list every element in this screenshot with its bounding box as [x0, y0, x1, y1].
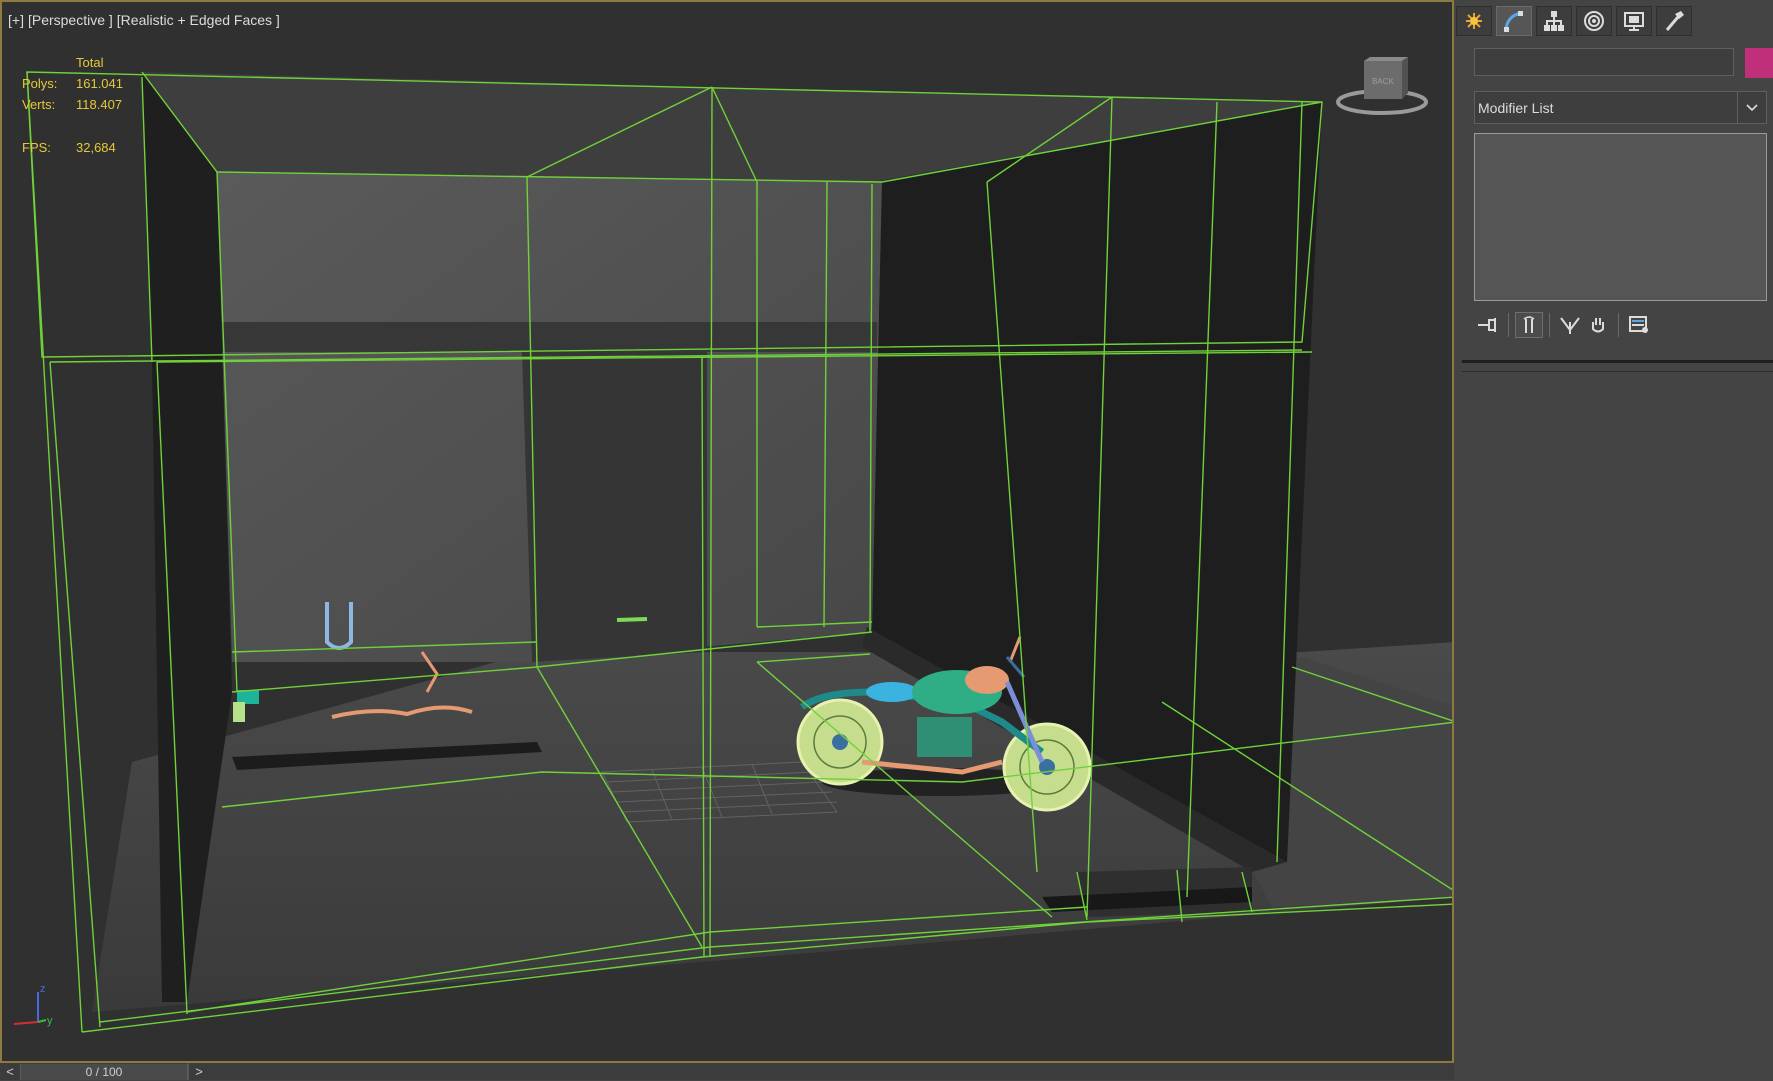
viewport-label: [+] [Perspective ] [Realistic + Edged Fa…	[8, 12, 280, 28]
tab-hierarchy[interactable]	[1536, 6, 1572, 36]
create-icon	[1466, 13, 1482, 29]
make-unique-icon	[1560, 317, 1580, 334]
modify-icon	[1504, 11, 1523, 32]
tab-motion[interactable]	[1576, 6, 1612, 36]
back-wall-band	[217, 322, 877, 352]
viewcube-widget[interactable]: BACK	[1332, 57, 1432, 117]
command-panel: Modifier List	[1456, 0, 1773, 1080]
tab-modify[interactable]	[1496, 6, 1532, 36]
viewport-menu-plus[interactable]: [+]	[8, 12, 24, 28]
verts-value: 118.407	[76, 97, 123, 112]
toolbar-divider	[1549, 313, 1550, 337]
object-color-swatch[interactable]	[1745, 48, 1773, 78]
viewport-point-of-view[interactable]: [Perspective ]	[28, 12, 113, 28]
verts-label: Verts:	[22, 97, 56, 112]
toolbar-divider	[1618, 313, 1619, 337]
teal-prop[interactable]	[237, 690, 259, 704]
stats-total-header: Total	[76, 55, 104, 70]
stats-verts-row: Verts: 118.407	[22, 94, 123, 115]
remove-modifier-icon	[1592, 318, 1604, 333]
polys-value: 161.041	[76, 76, 123, 91]
remove-modifier-button[interactable]	[1584, 312, 1612, 338]
scene-render[interactable]	[2, 2, 1454, 1063]
viewport-statistics: Total Polys: 161.041 Verts: 118.407 FPS:…	[22, 52, 123, 158]
tab-utilities[interactable]	[1656, 6, 1692, 36]
time-slider-thumb[interactable]: 0 / 100	[20, 1064, 188, 1080]
rollout-divider	[1462, 360, 1773, 363]
pin-stack-button[interactable]	[1474, 312, 1502, 338]
time-slider[interactable]: < 0 / 100 >	[0, 1063, 1454, 1080]
tab-create[interactable]	[1456, 6, 1492, 36]
viewcube-face-label: BACK	[1372, 77, 1394, 86]
axis-y-label: y	[47, 1015, 53, 1027]
fps-label: FPS:	[22, 140, 51, 155]
small-green-prop[interactable]	[616, 617, 648, 622]
modifier-list-label: Modifier List	[1478, 100, 1554, 116]
green-can-prop[interactable]	[233, 702, 245, 722]
rollout-divider	[1462, 371, 1773, 372]
axis-tripod: z y	[13, 983, 53, 1027]
viewport-shading-mode[interactable]: [Realistic + Edged Faces ]	[117, 12, 280, 28]
show-end-result-button[interactable]	[1515, 312, 1543, 338]
axis-z-label: z	[40, 983, 46, 995]
hierarchy-icon	[1544, 11, 1564, 31]
stats-polys-row: Polys: 161.041	[22, 73, 123, 94]
bike-engine	[917, 717, 972, 757]
tab-display[interactable]	[1616, 6, 1652, 36]
motion-icon	[1584, 11, 1604, 31]
bike-seat	[866, 682, 918, 702]
time-next-button[interactable]: >	[188, 1063, 209, 1080]
display-icon	[1624, 12, 1644, 31]
configure-modifier-sets-icon	[1629, 316, 1648, 333]
chevron-down-icon[interactable]	[1737, 92, 1766, 123]
pin-stack-icon	[1478, 318, 1496, 332]
configure-modifier-sets-button[interactable]	[1625, 312, 1653, 338]
perspective-viewport[interactable]: [+] [Perspective ] [Realistic + Edged Fa…	[0, 0, 1454, 1063]
modifier-list-dropdown[interactable]: Modifier List	[1474, 91, 1767, 124]
command-panel-tabs	[1456, 6, 1696, 36]
modifier-stack-toolbar	[1474, 310, 1653, 340]
make-unique-button[interactable]	[1556, 312, 1584, 338]
show-end-result-icon	[1523, 316, 1535, 333]
time-prev-button[interactable]: <	[0, 1063, 20, 1080]
door-opening	[522, 352, 707, 662]
polys-label: Polys:	[22, 76, 58, 91]
stats-fps-row: FPS: 32,684	[22, 137, 123, 158]
toolbar-divider	[1508, 313, 1509, 337]
modifier-stack-list[interactable]	[1474, 133, 1767, 301]
object-name-field[interactable]	[1474, 48, 1734, 76]
utilities-icon	[1665, 11, 1684, 31]
fps-value: 32,684	[76, 140, 116, 155]
